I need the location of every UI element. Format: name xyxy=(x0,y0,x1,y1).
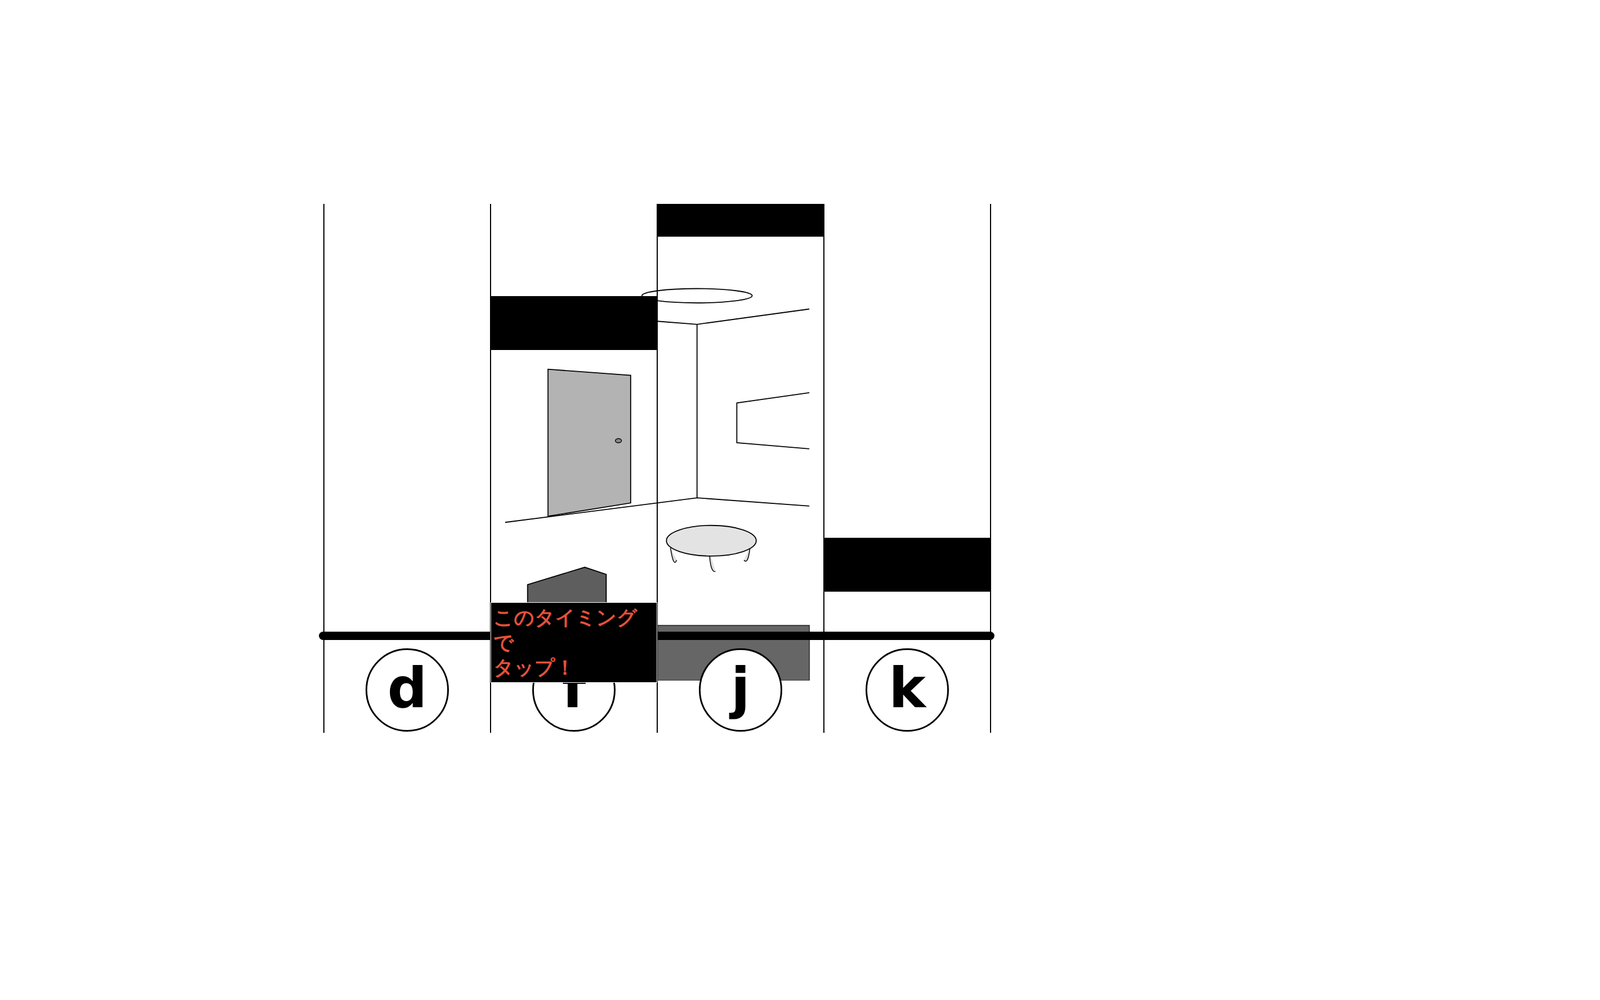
note xyxy=(824,537,990,592)
key-button[interactable]: d xyxy=(365,648,449,732)
note xyxy=(491,296,657,350)
play-field: dfjkこのタイミングで タップ！ xyxy=(323,203,990,733)
key-button[interactable]: k xyxy=(865,648,949,732)
timing-hint: このタイミングで タップ！ xyxy=(490,602,658,683)
note xyxy=(657,203,824,237)
key-button[interactable]: j xyxy=(698,648,783,732)
